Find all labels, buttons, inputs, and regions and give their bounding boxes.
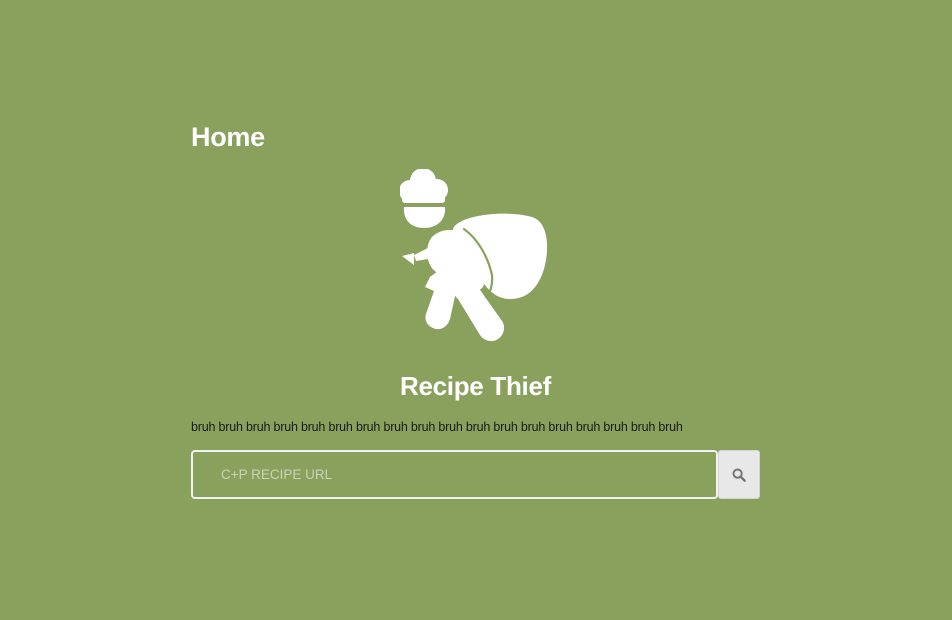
search-icon: [732, 468, 746, 482]
main-container: Home Recipe Thief bruh bruh bruh bruh br…: [191, 118, 760, 499]
search-button[interactable]: [718, 450, 760, 499]
page-title: Home: [191, 122, 265, 152]
search-bar: [191, 450, 760, 499]
tagline: bruh bruh bruh bruh bruh bruh bruh bruh …: [191, 420, 683, 434]
chef-thief-icon: [400, 169, 550, 344]
app-title: Recipe Thief: [400, 371, 551, 401]
recipe-url-input[interactable]: [191, 450, 718, 499]
